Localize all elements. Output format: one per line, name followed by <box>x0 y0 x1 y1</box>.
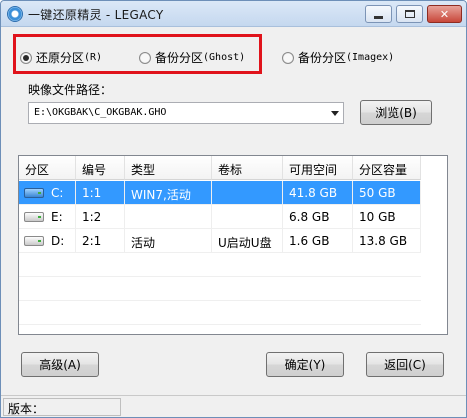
window-title: 一键还原精灵 - LEGACY <box>28 8 164 22</box>
table-row[interactable]: C: 1:1 WIN7,活动 41.8 GB 50 GB <box>19 181 421 204</box>
version-text: 版本：18.0.18.312 <box>3 398 121 418</box>
advanced-button[interactable]: 高级(A) <box>21 352 99 377</box>
drive-icon <box>24 236 44 246</box>
table-row[interactable]: D: 2:1 活动 U启动U盘 1.6 GB 13.8 GB <box>19 229 421 252</box>
column-header[interactable]: 类型 <box>125 156 212 180</box>
ok-button[interactable]: 确定(Y) <box>266 352 344 377</box>
table-row[interactable]: E: 1:2 6.8 GB 10 GB <box>19 205 421 228</box>
close-button[interactable]: ✕ <box>427 5 462 23</box>
title-bar[interactable]: 一键还原精灵 - LEGACY ✕ <box>1 1 466 27</box>
maximize-icon <box>404 10 415 18</box>
column-header[interactable]: 卷标 <box>212 156 283 180</box>
image-path-select[interactable]: E:\OKGBAK\C_OKGBAK.GHO <box>28 102 344 124</box>
radio-unselected-icon <box>139 51 151 64</box>
status-bar: 版本：18.0.18.312 <box>1 395 466 418</box>
main-window: 一键还原精灵 - LEGACY ✕ 还原分区 (R) 备份分区 (Ghost) 备份… <box>0 0 467 418</box>
back-button[interactable]: 返回(C) <box>366 352 444 377</box>
backup-imagex-radio[interactable]: 备份分区 (Imagex) <box>282 49 394 66</box>
minimize-button[interactable] <box>365 5 392 23</box>
radio-selected-icon <box>20 51 32 64</box>
restore-partition-radio[interactable]: 还原分区 (R) <box>20 49 102 66</box>
radio-unselected-icon <box>282 51 294 64</box>
drive-icon <box>24 212 44 222</box>
restore-app-icon <box>7 6 23 22</box>
system-drive-icon <box>24 188 44 198</box>
image-path-label: 映像文件路径： <box>28 83 113 97</box>
minimize-icon <box>374 15 383 19</box>
column-header[interactable]: 分区 <box>19 156 76 180</box>
backup-ghost-radio[interactable]: 备份分区 (Ghost) <box>139 49 245 66</box>
browse-button[interactable]: 浏览(B) <box>360 100 432 125</box>
dropdown-arrow-icon[interactable] <box>331 111 339 116</box>
image-path-value: E:\OKGBAK\C_OKGBAK.GHO <box>34 107 167 118</box>
table-header: 分区 编号 类型 卷标 可用空间 分区容量 <box>19 156 421 180</box>
close-icon: ✕ <box>439 7 450 21</box>
column-header[interactable]: 编号 <box>76 156 125 180</box>
partition-table: 分区 编号 类型 卷标 可用空间 分区容量 C: 1:1 WIN7,活动 41.… <box>18 155 448 335</box>
column-header[interactable]: 分区容量 <box>353 156 421 180</box>
maximize-button[interactable] <box>396 5 423 23</box>
column-header[interactable]: 可用空间 <box>283 156 353 180</box>
